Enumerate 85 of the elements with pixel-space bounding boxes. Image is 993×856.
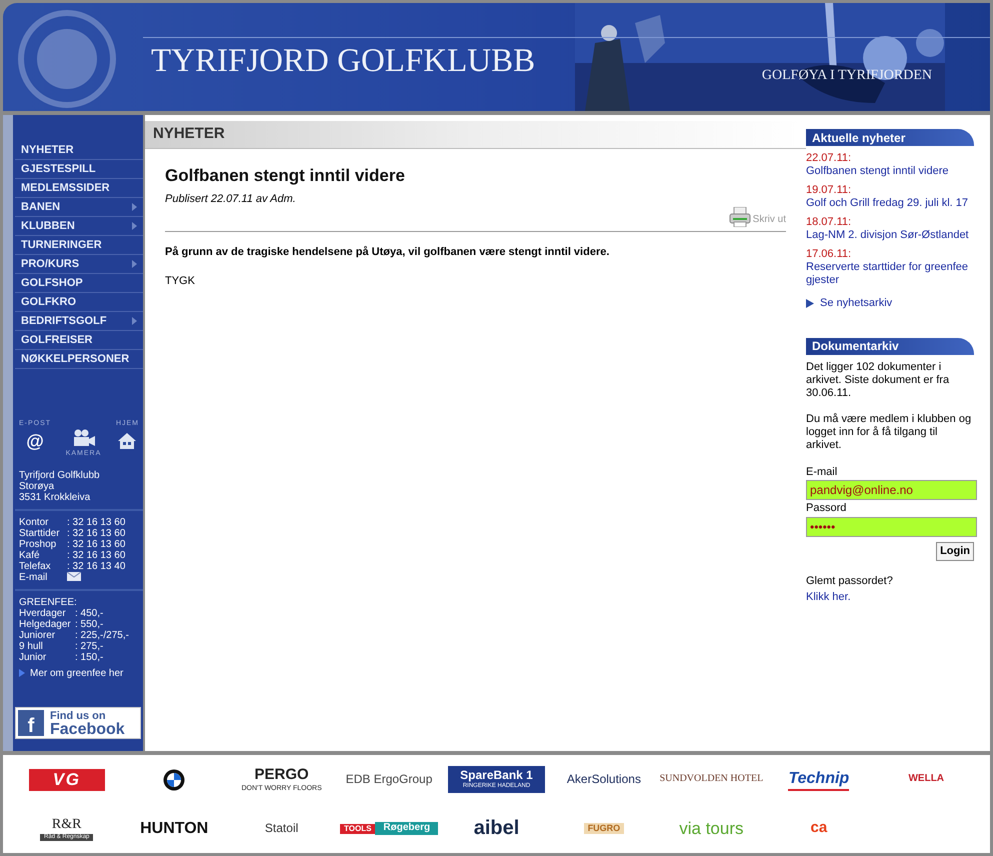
sponsor-logo[interactable]: SUNDVOLDEN HOTEL: [660, 773, 764, 786]
forgot-link[interactable]: Klikk her.: [806, 589, 974, 606]
contact-label: Proshop: [19, 538, 58, 550]
article-byline: Publisert 22.07.11 av Adm.: [165, 192, 297, 206]
menu-item[interactable]: GJESTESPILL: [15, 160, 143, 179]
fee-label: Hverdager: [19, 608, 66, 618]
fee-label: Helgedager: [19, 618, 72, 630]
menu-item[interactable]: GOLFREISER: [15, 331, 143, 350]
news-date: 17.06.11:: [806, 248, 852, 261]
movie-camera-icon[interactable]: [72, 429, 96, 447]
fee-value: : 225,-/275,-: [75, 630, 129, 640]
menu-item[interactable]: GOLFKRO: [15, 293, 143, 312]
contact-label: Telefax: [19, 560, 52, 572]
menu-item[interactable]: KLUBBEN: [15, 217, 143, 236]
contact-label: Starttider: [19, 528, 61, 538]
menu-item[interactable]: MEDLEMSSIDER: [15, 179, 143, 198]
menu-item[interactable]: BANEN: [15, 198, 143, 217]
menu-item[interactable]: TURNERINGER: [15, 236, 143, 255]
header-tagline: GOLFØYA I TYRIFJORDEN: [762, 67, 932, 85]
fee-label: Junior: [19, 652, 48, 662]
fee-value: : 150,-: [75, 652, 104, 662]
greenfee-link[interactable]: Mer om greenfee her: [19, 668, 139, 678]
news-link[interactable]: Golfbanen stengt inntil videre: [806, 165, 974, 178]
contact-value: : 32 16 13 40: [67, 560, 126, 572]
printer-icon: [728, 207, 751, 227]
login-button[interactable]: Login: [936, 542, 974, 560]
fee-value: : 275,-: [75, 640, 104, 652]
news-date: 18.07.11:: [806, 216, 852, 229]
field-label: Passord: [806, 501, 848, 516]
triangle-icon: [19, 669, 25, 677]
sponsor-logo[interactable]: VG: [28, 768, 105, 790]
sponsor-logo[interactable]: AkerSolutions: [566, 772, 641, 787]
contact-value: : 32 16 13 60: [67, 528, 126, 538]
article-lead: På grunn av de tragiske hendelsene på Utøya, vil golfbanen være stengt inntil videre.: [165, 245, 610, 260]
address-line: Storøya: [19, 480, 54, 492]
menu-item[interactable]: PRO/KURS: [15, 255, 143, 274]
sponsor-logo[interactable]: WELLA: [908, 773, 944, 786]
house-icon[interactable]: [117, 432, 138, 450]
news-link[interactable]: Reserverte starttider for greenfee gjester: [806, 261, 974, 287]
facebook-icon: f: [18, 710, 44, 736]
contact-value: : 32 16 13 60: [67, 550, 126, 560]
article-title: Golfbanen stengt inntil videre: [165, 165, 406, 187]
menu-item[interactable]: NYHETER: [15, 141, 143, 160]
club-emblem-icon: [17, 9, 117, 109]
sponsor-logo[interactable]: Statoil: [264, 821, 298, 836]
sponsor-logo[interactable]: HUNTON: [140, 818, 208, 838]
sponsor-logo[interactable]: Technip: [788, 768, 850, 790]
forgot-text: Glemt passordet?: [806, 574, 894, 588]
contact-label: Kafé: [19, 550, 41, 560]
site-title: TYRIFJORD GOLFKLUBB: [151, 44, 536, 78]
email-field[interactable]: pandvig@online.no: [806, 480, 977, 500]
field-label: E-mail: [806, 464, 838, 480]
address-line: 3531 Krokkleiva: [19, 492, 92, 502]
box-heading: Aktuelle nyheter: [806, 129, 974, 146]
archive-info: Det ligger 102 dokumenter i arkivet. Siste dokument er fra 30.06.11.: [806, 360, 950, 400]
sponsor-logo[interactable]: ca: [810, 819, 828, 838]
contact-value: : 32 16 13 60: [67, 516, 126, 528]
contact-label: Kontor: [19, 516, 50, 528]
at-sign-icon[interactable]: @: [26, 432, 44, 450]
fee-label: 9 hull: [19, 640, 44, 652]
access-note: Du må være medlem i klubben og logget inn for å få tilgang til arkivet.: [806, 412, 972, 452]
contact-value: : 32 16 13 60: [67, 538, 126, 550]
archive-link[interactable]: Se nyhetsarkiv: [806, 295, 974, 312]
sponsor-logo[interactable]: aibel: [474, 816, 520, 841]
news-date: 19.07.11:: [806, 184, 852, 197]
section-heading: NYHETER: [145, 121, 806, 149]
greenfee-title: GREENFEE:: [19, 596, 78, 608]
sponsor-logo[interactable]: EDB ErgoGroup: [346, 772, 432, 787]
contact-label: E-mail: [19, 572, 48, 582]
box-heading: Dokumentarkiv: [806, 338, 974, 354]
fee-value: : 450,-: [75, 608, 104, 618]
menu-item[interactable]: NØKKELPERSONER: [15, 350, 143, 369]
news-link[interactable]: Golf och Grill fredag 29. juli kl. 17: [806, 197, 974, 210]
roundel-logo-icon[interactable]: [163, 768, 186, 790]
fee-value: : 550,-: [75, 618, 104, 630]
menu-item[interactable]: BEDRIFTSGOLF: [15, 312, 143, 331]
menu-item[interactable]: GOLFSHOP: [15, 274, 143, 293]
news-date: 22.07.11:: [806, 152, 852, 165]
address-line: Tyrifjord Golfklubb: [19, 470, 101, 480]
triangle-icon: [806, 298, 814, 308]
password-field[interactable]: ••••••: [806, 516, 977, 536]
news-link[interactable]: Lag-NM 2. divisjon Sør-Østlandet: [806, 229, 974, 242]
article-signature: TYGK: [165, 274, 196, 288]
fee-label: Juniorer: [19, 630, 56, 640]
envelope-icon[interactable]: [67, 572, 81, 580]
